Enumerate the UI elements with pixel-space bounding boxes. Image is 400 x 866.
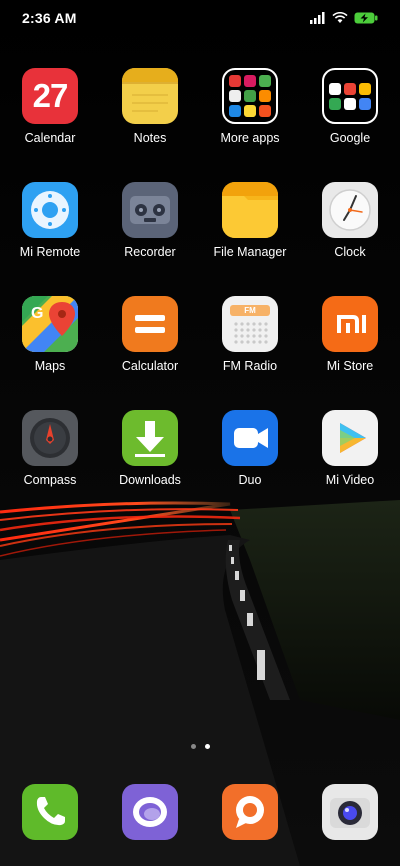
notes-icon	[122, 68, 178, 124]
app-label: Compass	[23, 473, 77, 487]
calendar-date: 27	[32, 77, 69, 114]
status-bar: 2:36 AM	[0, 0, 400, 36]
app-label: Mi Store	[326, 359, 374, 373]
app-grid: 27 Calendar Notes More apps Google Mi Re…	[0, 68, 400, 524]
compass-icon	[22, 410, 78, 466]
wifi-icon	[332, 12, 348, 23]
app-folder-more-apps[interactable]: More apps	[200, 68, 300, 182]
dock-browser[interactable]	[200, 784, 300, 840]
app-label: FM Radio	[222, 359, 278, 373]
dock-camera[interactable]	[300, 784, 400, 840]
download-arrow-icon	[122, 410, 178, 466]
app-calculator[interactable]: Calculator	[100, 296, 200, 410]
radio-icon: FM	[222, 296, 278, 352]
signal-icon	[310, 12, 325, 24]
app-label: Calendar	[24, 131, 76, 145]
maps-icon: G	[22, 296, 78, 352]
dock	[0, 784, 400, 840]
browser-icon	[222, 784, 278, 840]
app-recorder[interactable]: Recorder	[100, 182, 200, 296]
app-label: Mi Video	[325, 473, 375, 487]
app-mi-remote[interactable]: Mi Remote	[0, 182, 100, 296]
app-label: Duo	[238, 473, 262, 487]
calendar-icon: 27	[22, 68, 78, 124]
dock-phone[interactable]	[0, 784, 100, 840]
app-notes[interactable]: Notes	[100, 68, 200, 182]
app-mi-video[interactable]: Mi Video	[300, 410, 400, 524]
app-label: Maps	[34, 359, 66, 373]
calculator-icon	[122, 296, 178, 352]
folder-icon	[322, 68, 378, 124]
phone-icon	[22, 784, 78, 840]
recorder-icon	[122, 182, 178, 238]
app-label: Google	[329, 131, 371, 145]
status-time: 2:36 AM	[22, 10, 77, 26]
app-row: G Maps Calculator FM FM Radio Mi Store	[0, 296, 400, 410]
app-label: Calculator	[121, 359, 179, 373]
app-row: Compass Downloads Duo Mi Video	[0, 410, 400, 524]
app-downloads[interactable]: Downloads	[100, 410, 200, 524]
page-dot	[190, 744, 196, 749]
app-label: More apps	[220, 131, 280, 145]
mi-store-icon	[322, 296, 378, 352]
remote-icon	[22, 182, 78, 238]
app-file-manager[interactable]: File Manager	[200, 182, 300, 296]
folder-icon	[222, 68, 278, 124]
app-row: Mi Remote Recorder File Manager Clock	[0, 182, 400, 296]
play-icon	[322, 410, 378, 466]
app-label: Downloads	[119, 473, 181, 487]
app-label: Clock	[334, 245, 366, 259]
app-clock[interactable]: Clock	[300, 182, 400, 296]
app-label: Notes	[133, 131, 167, 145]
app-maps[interactable]: G Maps	[0, 296, 100, 410]
status-icons	[310, 12, 378, 24]
messaging-icon	[122, 784, 178, 840]
app-label: Mi Remote	[19, 245, 81, 259]
app-label: Recorder	[124, 245, 176, 259]
app-duo[interactable]: Duo	[200, 410, 300, 524]
camera-icon	[322, 784, 378, 840]
video-camera-icon	[222, 410, 278, 466]
battery-charging-icon	[354, 12, 378, 24]
page-indicator	[0, 744, 400, 749]
app-row: 27 Calendar Notes More apps Google	[0, 68, 400, 182]
app-label: File Manager	[213, 245, 287, 259]
dock-messaging[interactable]	[100, 784, 200, 840]
app-fm-radio[interactable]: FM FM Radio	[200, 296, 300, 410]
clock-icon	[322, 182, 378, 238]
app-folder-google[interactable]: Google	[300, 68, 400, 182]
svg-text:G: G	[31, 305, 43, 322]
app-calendar[interactable]: 27 Calendar	[0, 68, 100, 182]
app-mi-store[interactable]: Mi Store	[300, 296, 400, 410]
folder-file-icon	[222, 182, 278, 238]
page-dot-active	[204, 744, 210, 749]
app-compass[interactable]: Compass	[0, 410, 100, 524]
